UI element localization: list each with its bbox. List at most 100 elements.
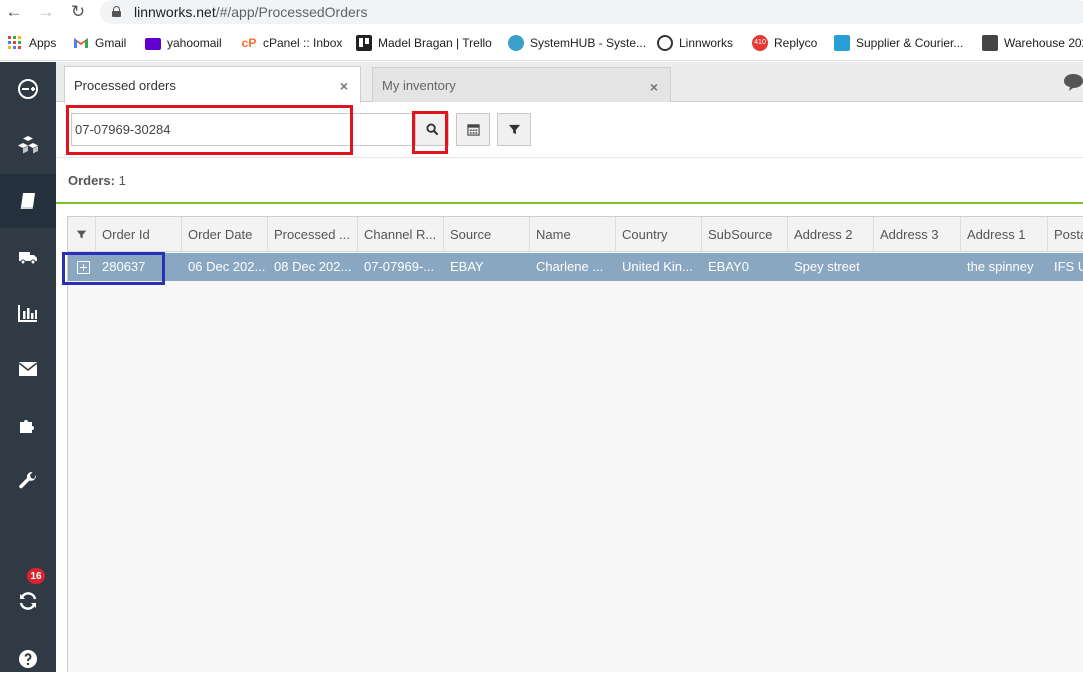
sidebar-item-settings[interactable] (0, 454, 56, 508)
cell-address-3 (874, 253, 961, 281)
bookmark-yahoomail[interactable]: yahoomail (145, 34, 222, 52)
systemhub-icon (508, 35, 524, 51)
chat-icon[interactable] (1063, 72, 1083, 92)
column-header-subsource[interactable]: SubSource (702, 217, 788, 252)
sync-badge: 16 (27, 568, 45, 584)
bookmark-label: Linnworks (679, 36, 734, 50)
cell-subsource: EBAY0 (708, 259, 749, 274)
cell-order-date: 06 Dec 202... (188, 259, 266, 274)
inventory-icon (18, 136, 38, 154)
cell-address-2: Spey street (794, 259, 860, 274)
tab-label: My inventory (382, 77, 456, 93)
bookmark-label: Replyco (774, 36, 818, 50)
sidebar-item-inventory[interactable] (0, 118, 56, 172)
column-header-processed[interactable]: Processed ... (268, 217, 358, 252)
column-header-country[interactable]: Country (616, 217, 702, 252)
url-host: linnworks.net (134, 4, 216, 20)
gmail-icon (73, 35, 89, 51)
url-input[interactable]: linnworks.net/#/app/ProcessedOrders (100, 0, 1083, 24)
column-header-channel-ref[interactable]: Channel R... (358, 217, 444, 252)
search-button[interactable] (415, 113, 449, 146)
column-header-postal[interactable]: Postal (1048, 217, 1083, 252)
lock-icon (112, 6, 121, 17)
bookmark-label: Supplier & Courier... (856, 36, 964, 50)
column-header-order-id[interactable]: Order Id (96, 217, 182, 252)
column-header-order-date[interactable]: Order Date (182, 217, 268, 252)
close-icon[interactable]: × (340, 78, 348, 94)
column-header-source[interactable]: Source (444, 217, 530, 252)
orders-grid: Order Id Order Date Processed ... Channe… (67, 216, 1083, 672)
cell-source: EBAY (450, 259, 484, 274)
table-row[interactable]: 280637 06 Dec 202... 08 Dec 202... 07-07… (68, 253, 1083, 281)
orders-count-text: Orders: 1 (68, 173, 126, 188)
bookmark-label: Gmail (95, 36, 127, 50)
bookmark-warehouse[interactable]: Warehouse 202 (982, 34, 1083, 52)
url-path: /#/app/ProcessedOrders (215, 4, 368, 20)
tab-processed-orders[interactable]: Processed orders × (64, 66, 361, 103)
cell-channel-ref: 07-07969-... (364, 259, 435, 274)
orders-summary: Orders: 1 (56, 159, 1083, 204)
column-header-address-3[interactable]: Address 3 (874, 217, 961, 252)
warehouse-icon (982, 35, 998, 51)
column-header-name[interactable]: Name (530, 217, 616, 252)
bookmark-supplier[interactable]: Supplier & Courier... (834, 34, 963, 52)
tab-my-inventory[interactable]: My inventory × (372, 67, 671, 102)
browser-address-bar: ← → ↻ linnworks.net/#/app/ProcessedOrder… (0, 0, 1083, 25)
bookmark-trello[interactable]: Madel Bragan | Trello (356, 34, 492, 52)
sidebar-item-mail[interactable] (0, 342, 56, 396)
close-icon[interactable]: × (650, 79, 658, 95)
orders-count-value: 1 (118, 173, 126, 188)
sidebar-item-help[interactable] (0, 632, 56, 686)
search-toolbar (56, 103, 1083, 158)
sidebar-item-orders[interactable] (0, 174, 56, 228)
bookmark-replyco[interactable]: 410 Replyco (752, 34, 817, 52)
cpanel-icon: cP (241, 36, 257, 50)
sidebar-item-sync[interactable]: 16 (0, 568, 56, 628)
column-header-address-2[interactable]: Address 2 (788, 217, 874, 252)
replyco-icon: 410 (752, 35, 768, 51)
date-filter-button[interactable] (456, 113, 490, 146)
cell-order-id: 280637 (102, 259, 146, 274)
cell-country: United Kin... (622, 259, 693, 274)
cell-postal: IFS U (1054, 259, 1083, 274)
column-header-address-1[interactable]: Address 1 (961, 217, 1048, 252)
cell-processed: 08 Dec 202... (274, 259, 352, 274)
sidebar-item-apps[interactable] (0, 398, 56, 452)
tab-label: Processed orders (74, 77, 176, 93)
filter-button[interactable] (497, 113, 531, 146)
reports-chart-icon (18, 305, 37, 322)
help-icon (19, 650, 37, 668)
yahoo-icon (145, 38, 161, 50)
bookmark-cpanel[interactable]: cP cPanel :: Inbox (241, 34, 343, 52)
app-sidebar: 16 (0, 62, 56, 672)
column-filter[interactable] (68, 217, 96, 252)
bookmark-apps[interactable]: Apps (7, 34, 56, 52)
forward-arrow-icon[interactable]: → (36, 2, 56, 22)
settings-wrench-icon (19, 471, 37, 489)
search-icon (425, 123, 438, 136)
sidebar-item-shipping[interactable] (0, 230, 56, 284)
bookmark-label: Madel Bragan | Trello (378, 36, 492, 50)
sidebar-item-reports[interactable] (0, 286, 56, 340)
bookmark-gmail[interactable]: Gmail (73, 34, 126, 52)
grid-area: Order Id Order Date Processed ... Channe… (56, 206, 1083, 672)
calendar-icon (466, 124, 480, 136)
expand-row-icon[interactable] (77, 261, 90, 274)
bookmark-systemhub[interactable]: SystemHUB - Syste... (508, 34, 646, 52)
cell-address-1: the spinney (967, 259, 1034, 274)
bookmark-label: SystemHUB - Syste... (530, 36, 647, 50)
apps-puzzle-icon (20, 420, 34, 433)
reload-icon[interactable]: ↻ (68, 2, 88, 22)
search-input[interactable] (71, 113, 416, 146)
shipping-truck-icon (19, 252, 37, 265)
sidebar-item-add[interactable] (0, 62, 56, 116)
grid-header: Order Id Order Date Processed ... Channe… (68, 217, 1083, 252)
back-arrow-icon[interactable]: ← (4, 2, 24, 22)
bookmark-label: Apps (29, 36, 57, 50)
bookmark-linnworks[interactable]: Linnworks (657, 34, 733, 52)
add-menu-icon (18, 79, 38, 99)
trello-icon (356, 35, 372, 51)
bookmark-label: yahoomail (167, 36, 222, 50)
filter-icon (508, 124, 520, 135)
apps-grid-icon (7, 35, 23, 51)
